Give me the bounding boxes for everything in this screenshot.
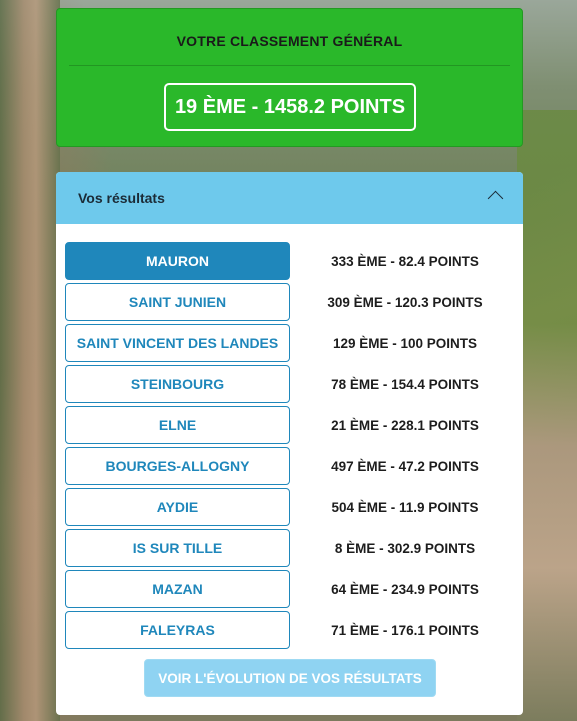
event-button[interactable]: BOURGES-ALLOGNY bbox=[65, 447, 290, 485]
overall-ranking-badge: 19 ÈME - 1458.2 POINTS bbox=[164, 83, 416, 131]
event-result-text: 71 ÈME - 176.1 POINTS bbox=[331, 622, 479, 638]
event-result-text: 333 ÈME - 82.4 POINTS bbox=[331, 253, 479, 269]
results-panel-header[interactable]: Vos résultats bbox=[56, 172, 523, 224]
result-row: IS SUR TILLE 8 ÈME - 302.9 POINTS bbox=[65, 529, 515, 570]
overall-ranking-card: VOTRE CLASSEMENT GÉNÉRAL 19 ÈME - 1458.2… bbox=[56, 8, 523, 147]
chevron-up-icon[interactable] bbox=[487, 190, 504, 207]
event-button[interactable]: ELNE bbox=[65, 406, 290, 444]
results-list: MAURON 333 ÈME - 82.4 POINTS SAINT JUNIEN 3… bbox=[65, 242, 515, 652]
result-row: SAINT VINCENT DES LANDES 129 ÈME - 100 PO… bbox=[65, 324, 515, 365]
event-button[interactable]: AYDIE bbox=[65, 488, 290, 526]
event-button[interactable]: SAINT JUNIEN bbox=[65, 283, 290, 321]
event-result-text: 78 ÈME - 154.4 POINTS bbox=[331, 376, 479, 392]
event-button[interactable]: SAINT VINCENT DES LANDES bbox=[65, 324, 290, 362]
result-row: FALEYRAS 71 ÈME - 176.1 POINTS bbox=[65, 611, 515, 652]
event-result-text: 21 ÈME - 228.1 POINTS bbox=[331, 417, 479, 433]
event-button[interactable]: IS SUR TILLE bbox=[65, 529, 290, 567]
event-result-text: 497 ÈME - 47.2 POINTS bbox=[331, 458, 479, 474]
event-result-text: 309 ÈME - 120.3 POINTS bbox=[327, 294, 483, 310]
result-row: STEINBOURG 78 ÈME - 154.4 POINTS bbox=[65, 365, 515, 406]
result-row: MAURON 333 ÈME - 82.4 POINTS bbox=[65, 242, 515, 283]
event-result-text: 504 ÈME - 11.9 POINTS bbox=[331, 499, 479, 515]
overall-ranking-title: VOTRE CLASSEMENT GÉNÉRAL bbox=[176, 33, 403, 49]
result-row: SAINT JUNIEN 309 ÈME - 120.3 POINTS bbox=[65, 283, 515, 324]
view-evolution-button[interactable]: VOIR L'ÉVOLUTION DE VOS RÉSULTATS bbox=[144, 659, 436, 697]
result-row: MAZAN 64 ÈME - 234.9 POINTS bbox=[65, 570, 515, 611]
event-result-text: 64 ÈME - 234.9 POINTS bbox=[331, 581, 479, 597]
results-panel-title: Vos résultats bbox=[78, 190, 165, 206]
event-result-text: 8 ÈME - 302.9 POINTS bbox=[334, 540, 476, 556]
event-button[interactable]: MAURON bbox=[65, 242, 290, 280]
event-result-text: 129 ÈME - 100 POINTS bbox=[332, 335, 478, 351]
event-button[interactable]: STEINBOURG bbox=[65, 365, 290, 403]
event-button[interactable]: MAZAN bbox=[65, 570, 290, 608]
divider bbox=[69, 65, 510, 66]
result-row: ELNE 21 ÈME - 228.1 POINTS bbox=[65, 406, 515, 447]
result-row: BOURGES-ALLOGNY 497 ÈME - 47.2 POINTS bbox=[65, 447, 515, 488]
results-panel: Vos résultats MAURON 333 ÈME - 82.4 POINT… bbox=[56, 172, 523, 715]
event-button[interactable]: FALEYRAS bbox=[65, 611, 290, 649]
result-row: AYDIE 504 ÈME - 11.9 POINTS bbox=[65, 488, 515, 529]
